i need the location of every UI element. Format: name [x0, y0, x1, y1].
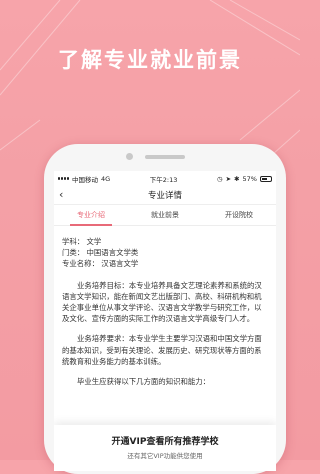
status-bar: 中国移动 4G 下午2:13 ◷ ➤ ✱ 57%: [54, 171, 276, 186]
battery-icon: [259, 175, 272, 182]
phone-mockup: 中国移动 4G 下午2:13 ◷ ➤ ✱ 57% ‹ 专业详情 专业介绍 就业前…: [44, 144, 286, 474]
vip-banner-subtitle: 还有其它VIP功能供您使用: [127, 452, 203, 460]
phone-screen: 中国移动 4G 下午2:13 ◷ ➤ ✱ 57% ‹ 专业详情 专业介绍 就业前…: [54, 171, 276, 471]
tab-offering-schools[interactable]: 开设院校: [202, 205, 276, 225]
network-label: 4G: [101, 174, 111, 183]
major-content: 学科： 文学 门类： 中国语言文学类 专业名称： 汉语言文学 业务培养目标：本专…: [54, 226, 276, 387]
phone-camera: [126, 153, 133, 160]
tab-major-intro[interactable]: 专业介绍: [54, 205, 128, 226]
tab-bar: 专业介绍 就业前景 开设院校: [54, 205, 276, 226]
category-line: 门类： 中国语言文学类: [62, 248, 139, 258]
major-info: 学科： 文学 门类： 中国语言文学类 专业名称： 汉语言文学: [62, 236, 268, 270]
abilities-paragraph: 毕业生应获得以下几方面的知识和能力：: [77, 377, 211, 387]
bluetooth-icon: ✱: [234, 174, 240, 183]
signal-icon: [58, 177, 69, 180]
carrier-label: 中国移动: [72, 175, 98, 184]
phone-speaker: [145, 155, 185, 159]
training-goal-paragraph: 业务培养目标：本专业培养具备文艺理论素养和系统的汉语言文学知识，能在新闻文艺出版…: [62, 280, 262, 324]
battery-percent: 57%: [242, 174, 257, 183]
alarm-icon: ◷: [216, 174, 223, 183]
major-name-line: 专业名称： 汉语言文学: [62, 259, 139, 269]
page-headline: 了解专业就业前景: [58, 48, 242, 72]
nav-title: 专业详情: [147, 191, 182, 201]
vip-banner[interactable]: 开通VIP查看所有推荐学校 还有其它VIP功能供您使用: [54, 425, 276, 471]
vip-banner-title[interactable]: 开通VIP查看所有推荐学校: [54, 434, 276, 447]
tab-employment-prospects[interactable]: 就业前景: [128, 205, 202, 225]
navigation-bar: ‹ 专业详情: [54, 186, 276, 205]
subject-line: 学科： 文学: [62, 237, 102, 246]
status-time: 下午2:13: [149, 175, 178, 184]
training-requirement-paragraph: 业务培养要求：本专业学生主要学习汉语和中国文学方面的基本知识，受到有关理论、发展…: [62, 334, 262, 366]
location-icon: ➤: [225, 174, 232, 183]
back-arrow-icon[interactable]: ‹: [59, 188, 63, 201]
